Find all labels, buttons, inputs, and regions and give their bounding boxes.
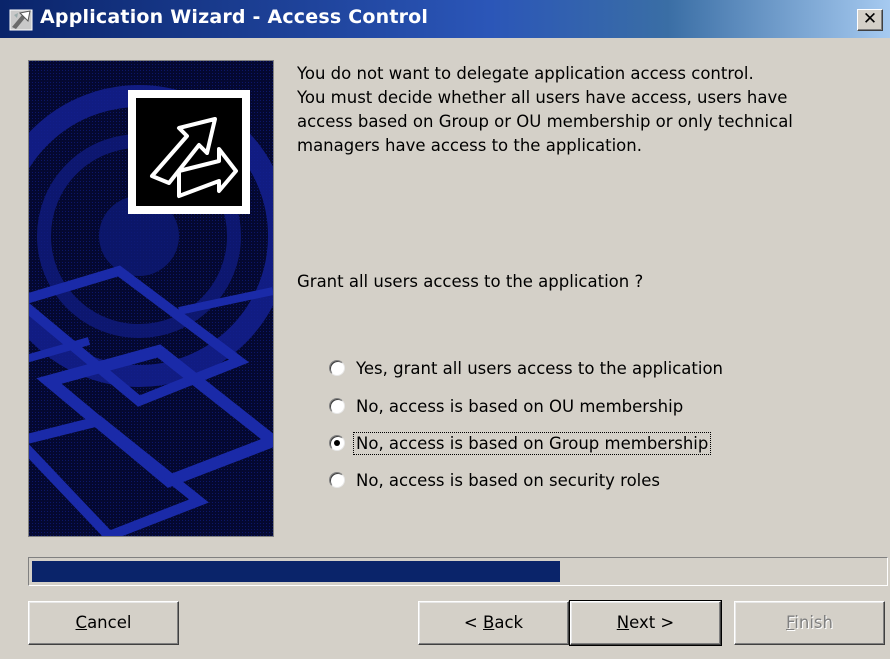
- wizard-icon: [9, 9, 33, 31]
- option-security-roles[interactable]: No, access is based on security roles: [329, 467, 789, 493]
- back-button[interactable]: < Back: [418, 601, 569, 645]
- close-button[interactable]: ✕: [857, 9, 883, 31]
- radio-button[interactable]: [329, 472, 345, 488]
- intro-text: You do not want to delegate application …: [297, 64, 793, 155]
- option-ou-membership[interactable]: No, access is based on OU membership: [329, 393, 789, 419]
- progress-fill: [32, 561, 560, 582]
- option-label: No, access is based on Group membership: [352, 431, 712, 455]
- radio-button[interactable]: [329, 398, 345, 414]
- close-icon: ✕: [862, 9, 878, 29]
- radio-button[interactable]: [329, 360, 345, 376]
- title-bar: Application Wizard - Access Control ✕: [0, 0, 890, 38]
- cancel-button[interactable]: Cancel: [28, 601, 179, 645]
- wizard-progress-bar: [28, 557, 888, 586]
- radio-button-selected[interactable]: [329, 435, 345, 451]
- side-graphic-art: [29, 61, 273, 536]
- option-label: No, access is based on OU membership: [356, 396, 684, 416]
- window-title: Application Wizard - Access Control: [40, 6, 429, 28]
- option-label: No, access is based on security roles: [356, 470, 661, 490]
- finish-button[interactable]: Finish: [734, 601, 885, 645]
- option-grant-all[interactable]: Yes, grant all users access to the appli…: [329, 355, 789, 381]
- option-group-membership[interactable]: No, access is based on Group membership: [329, 430, 789, 456]
- radio-dot-icon: [334, 440, 340, 446]
- next-button[interactable]: Next >: [569, 600, 722, 646]
- arrows-logo-icon: [128, 90, 250, 214]
- option-label: Yes, grant all users access to the appli…: [356, 358, 724, 378]
- wizard-side-graphic: [28, 60, 274, 537]
- question-text: Grant all users access to the applicatio…: [297, 272, 644, 291]
